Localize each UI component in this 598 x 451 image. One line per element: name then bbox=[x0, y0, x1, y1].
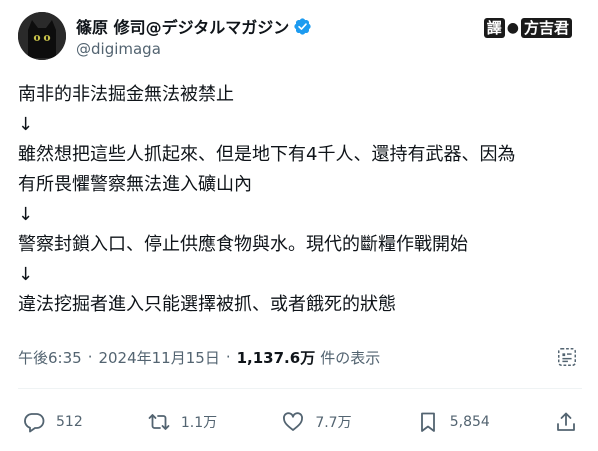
watermark-right: 方吉君 bbox=[520, 18, 572, 38]
reply-count: 512 bbox=[56, 414, 83, 430]
post-line: ↓ bbox=[18, 264, 34, 285]
reply-button[interactable]: 512 bbox=[22, 410, 83, 434]
divider bbox=[18, 388, 582, 389]
avatar[interactable] bbox=[18, 12, 66, 60]
black-cat-avatar-icon bbox=[18, 12, 66, 60]
post-date[interactable]: 2024年11月15日 bbox=[98, 347, 219, 368]
post-line: 警察封鎖入口、停止供應食物與水。現代的斷糧作戰開始 bbox=[18, 234, 468, 255]
post-text: 南非的非法掘金無法被禁止 ↓ 雖然想把這些人抓起來、但是地下有4千人、還持有武器… bbox=[18, 80, 582, 320]
meta-separator: · bbox=[87, 348, 93, 366]
views-count: 1,137.6万 bbox=[236, 348, 316, 367]
views-label: 件の表示 bbox=[320, 348, 381, 367]
user-handle[interactable]: @digimaga bbox=[76, 40, 312, 58]
bookmark-icon bbox=[420, 412, 435, 432]
post-meta: 午後6:35 · 2024年11月15日 · 1,137.6万 件の表示 bbox=[18, 344, 582, 370]
share-icon bbox=[557, 412, 575, 431]
bookmark-count: 5,854 bbox=[449, 414, 490, 430]
post-time[interactable]: 午後6:35 bbox=[18, 347, 82, 368]
meta-separator: · bbox=[225, 348, 231, 366]
like-count: 7.7万 bbox=[315, 415, 352, 431]
watermark-left: 譯 bbox=[483, 18, 505, 38]
reply-icon bbox=[24, 413, 45, 433]
watermark-dot-icon: ● bbox=[506, 20, 519, 36]
verified-badge-icon bbox=[294, 17, 311, 35]
heart-icon bbox=[283, 412, 304, 431]
translator-watermark: 譯 ● 方吉君 bbox=[483, 18, 572, 38]
post-header: 篠原 修司@デジタルマガジン @digimaga 譯 ● 方吉君 bbox=[18, 12, 584, 64]
post-line: 雖然想把這些人抓起來、但是地下有4千人、還持有武器、因為 bbox=[18, 144, 516, 165]
repost-button[interactable]: 1.1万 bbox=[147, 410, 217, 434]
post-line: 違法挖掘者進入只能選擇被抓、或者餓死的狀態 bbox=[18, 294, 396, 315]
post-line: 有所畏懼警察無法進入礦山內 bbox=[18, 174, 252, 195]
like-button[interactable]: 7.7万 bbox=[281, 410, 352, 434]
repost-count: 1.1万 bbox=[180, 415, 218, 431]
bookmark-button[interactable]: 5,854 bbox=[416, 410, 490, 434]
repost-icon bbox=[148, 414, 170, 430]
post-line: 南非的非法掘金無法被禁止 bbox=[18, 84, 234, 105]
display-name[interactable]: 篠原 修司@デジタルマガジン bbox=[76, 14, 289, 38]
share-button[interactable] bbox=[554, 410, 578, 434]
post-line: ↓ bbox=[18, 114, 34, 135]
post-line: ↓ bbox=[18, 204, 34, 225]
grok-analyze-icon[interactable] bbox=[556, 346, 578, 368]
action-bar: 512 1.1万 7.7万 5,854 bbox=[22, 407, 578, 437]
